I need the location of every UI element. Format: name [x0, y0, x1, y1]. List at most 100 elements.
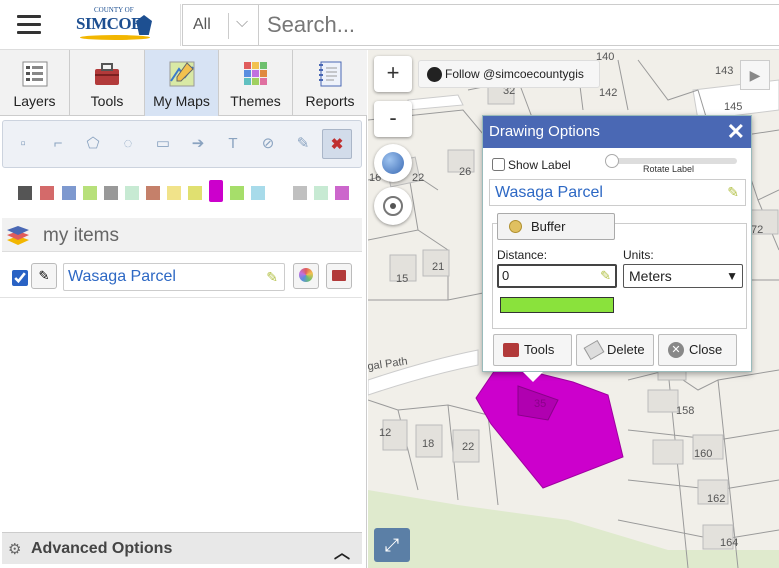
distance-input[interactable]: 0 ✎ — [497, 264, 617, 288]
measure-icon[interactable]: ⊘ — [253, 129, 283, 159]
item-visibility-checkbox[interactable] — [12, 270, 28, 286]
simcoe-logo[interactable]: COUNTY OF SIMCOE — [76, 6, 158, 44]
tab-tools[interactable]: Tools — [70, 50, 145, 116]
svg-text:160: 160 — [694, 448, 712, 460]
search-category-value: All — [193, 16, 211, 33]
close-icon[interactable]: ✕ — [727, 116, 745, 148]
delete-button[interactable]: Delete — [576, 334, 654, 366]
sidebar-tabs: Layers Tools My Maps Themes Reports — [0, 50, 367, 116]
units-value: Meters — [629, 268, 672, 284]
color-swatch[interactable] — [40, 186, 54, 200]
search-input[interactable] — [258, 4, 779, 46]
tab-label: My Maps — [153, 93, 210, 109]
tab-themes[interactable]: Themes — [219, 50, 293, 116]
follow-label: Follow @simcoecountygis — [445, 67, 584, 81]
hamburger-menu-icon[interactable] — [17, 15, 41, 35]
eraser-icon[interactable]: ✎ — [288, 129, 318, 159]
eraser-icon — [583, 339, 605, 361]
arrow-icon[interactable]: ➔ — [183, 129, 213, 159]
label-text-field[interactable]: Wasaga Parcel ✎ — [489, 179, 746, 206]
globe-basemap-button[interactable] — [374, 144, 412, 182]
label-text-value: Wasaga Parcel — [495, 184, 603, 201]
advanced-options-label: Advanced Options — [31, 540, 173, 557]
color-swatch[interactable] — [146, 186, 160, 200]
color-swatch[interactable] — [83, 186, 97, 200]
eraser-icon[interactable]: ✎ — [31, 263, 57, 289]
clear-all-icon[interactable]: ✖ — [322, 129, 352, 159]
rectangle-icon[interactable]: ▭ — [148, 129, 178, 159]
toolbox-icon[interactable] — [326, 263, 352, 289]
color-swatch-selected[interactable] — [209, 180, 223, 202]
svg-text:142: 142 — [599, 87, 617, 99]
tab-reports[interactable]: Reports — [293, 50, 367, 116]
color-swatch[interactable] — [62, 186, 76, 200]
svg-text:12: 12 — [379, 427, 391, 439]
buffer-button[interactable]: Buffer — [497, 213, 615, 240]
gear-icon: ⚙ — [8, 541, 22, 558]
color-swatch[interactable] — [335, 186, 349, 200]
svg-text:18: 18 — [422, 438, 434, 450]
globe-icon — [382, 152, 404, 174]
units-select[interactable]: Meters ▼ — [623, 264, 743, 288]
svg-text:22: 22 — [412, 172, 424, 184]
search-category-divider — [228, 13, 229, 39]
svg-text:162: 162 — [707, 493, 725, 505]
my-items-header: my items — [2, 218, 362, 252]
line-icon[interactable]: ⌐ — [43, 129, 73, 159]
play-icon[interactable]: ▶ — [740, 60, 770, 90]
drawing-options-dialog: Drawing Options ✕ Show Label Rotate Labe… — [482, 115, 752, 382]
color-swatch[interactable] — [230, 186, 244, 200]
my-items-title: my items — [43, 225, 119, 246]
point-icon[interactable]: ▫ — [8, 129, 38, 159]
rotate-label-text: Rotate Label — [643, 164, 695, 174]
color-swatch[interactable] — [104, 186, 118, 200]
advanced-options-bar[interactable]: ⚙ Advanced Options ︿ — [2, 532, 362, 564]
logo-name-text: SIMCOE — [76, 14, 142, 33]
pencil-icon: ✎ — [266, 269, 278, 285]
text-icon[interactable]: T — [218, 129, 248, 159]
crosshair-dot — [390, 203, 396, 209]
slider-knob[interactable] — [605, 154, 619, 168]
color-swatch[interactable] — [293, 186, 307, 200]
circle-icon[interactable]: ◌ — [113, 129, 143, 159]
reports-notebook-icon — [319, 61, 342, 87]
color-swatches — [18, 180, 358, 204]
toolbox-icon — [503, 343, 519, 357]
buffer-label: Buffer — [531, 219, 566, 234]
dialog-pointer — [523, 372, 543, 382]
item-name-text: Wasaga Parcel — [68, 268, 176, 285]
list-item: ✎ Wasaga Parcel ✎ — [0, 258, 362, 298]
show-label-input[interactable] — [492, 158, 505, 171]
buffer-icon — [509, 220, 522, 233]
distance-label: Distance: — [497, 248, 548, 262]
expand-map-icon[interactable]: ⤢ — [374, 528, 410, 562]
tools-button[interactable]: Tools — [493, 334, 572, 366]
follow-github-button[interactable]: Follow @simcoecountygis — [418, 60, 600, 88]
dialog-titlebar[interactable]: Drawing Options ✕ — [483, 116, 751, 148]
locate-button[interactable] — [374, 187, 412, 225]
color-swatch[interactable] — [251, 186, 265, 200]
color-swatch[interactable] — [125, 186, 139, 200]
svg-text:15: 15 — [396, 273, 408, 285]
show-label-checkbox[interactable]: Show Label — [492, 158, 571, 172]
close-button[interactable]: ✕ Close — [658, 334, 737, 366]
chevron-down-icon: ▼ — [726, 269, 738, 283]
buffer-color-picker[interactable] — [500, 297, 614, 313]
delete-label: Delete — [607, 342, 645, 357]
tab-my-maps[interactable]: My Maps — [145, 50, 219, 116]
search-category-select[interactable]: All ⌵ — [182, 4, 258, 46]
show-label-text: Show Label — [508, 158, 571, 172]
color-swatch[interactable] — [18, 186, 32, 200]
header-divider — [180, 4, 181, 46]
polygon-icon[interactable]: ⬠ — [78, 129, 108, 159]
color-wheel-icon[interactable] — [293, 263, 319, 289]
color-swatch[interactable] — [188, 186, 202, 200]
zoom-out-button[interactable]: - — [374, 101, 412, 137]
zoom-in-button[interactable]: + — [374, 56, 412, 92]
color-swatch[interactable] — [314, 186, 328, 200]
layers-list-icon — [22, 61, 47, 87]
pencil-icon: ✎ — [727, 184, 739, 200]
item-name-field[interactable]: Wasaga Parcel ✎ — [63, 263, 285, 291]
color-swatch[interactable] — [167, 186, 181, 200]
tab-layers[interactable]: Layers — [0, 50, 70, 116]
